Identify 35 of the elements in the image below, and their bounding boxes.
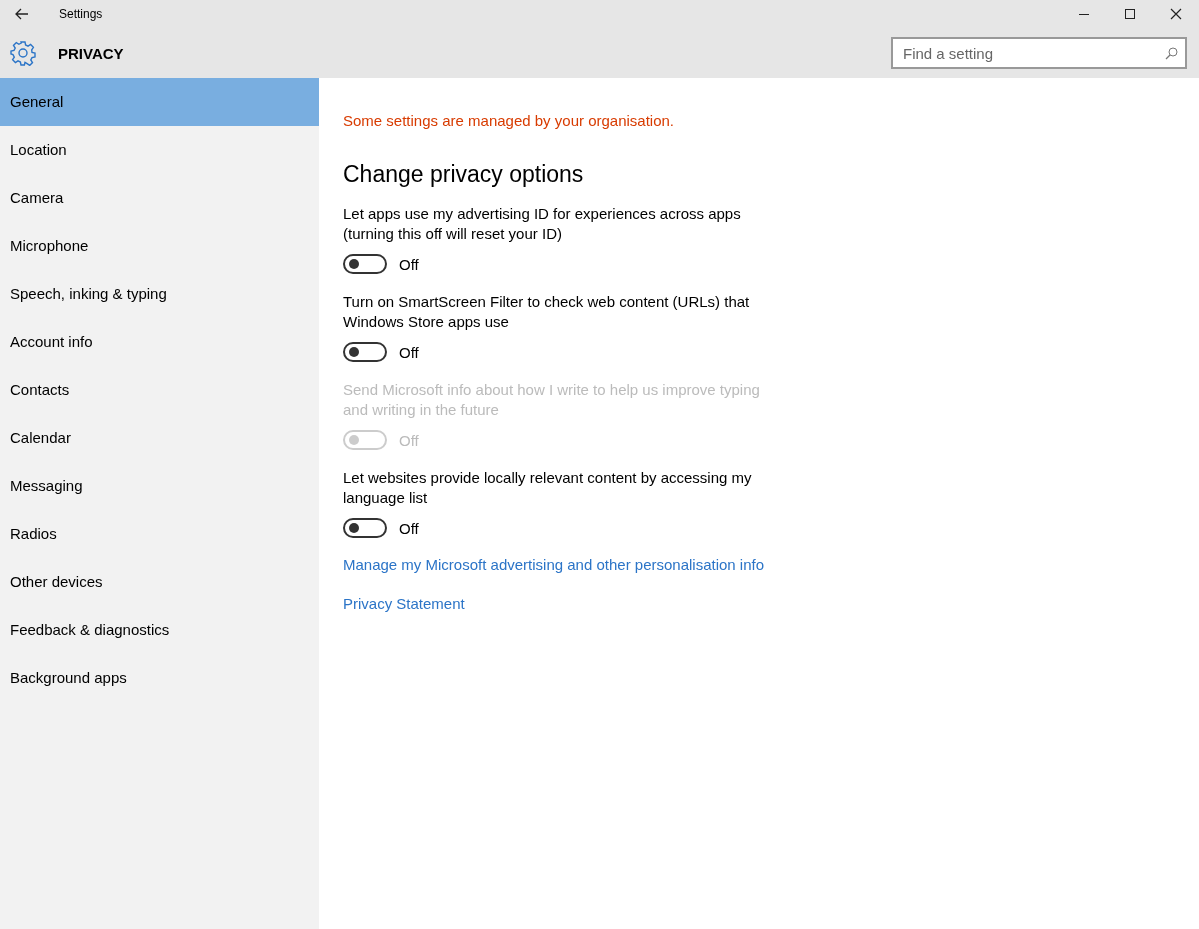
link[interactable]: Manage my Microsoft advertising and other personalisation info	[343, 556, 765, 573]
setting-label: Let websites provide locally relevant content by accessing my language list	[343, 468, 753, 508]
sidebar-item[interactable]: Radios	[0, 510, 319, 558]
section-heading: Change privacy options	[343, 161, 584, 188]
sidebar-item[interactable]: Location	[0, 126, 319, 174]
search-icon	[1165, 47, 1178, 60]
sidebar-item[interactable]: Messaging	[0, 462, 319, 510]
page-title: PRIVACY	[58, 44, 124, 62]
maximize-icon	[1124, 8, 1136, 20]
toggle-switch[interactable]	[343, 254, 387, 274]
back-arrow-icon	[15, 8, 29, 20]
sidebar-item[interactable]: Calendar	[0, 414, 319, 462]
sidebar-item[interactable]: General	[0, 78, 319, 126]
toggle-state: Off	[399, 343, 419, 361]
sidebar-item[interactable]: Microphone	[0, 222, 319, 270]
sidebar-item[interactable]: Other devices	[0, 558, 319, 606]
toggle-switch[interactable]	[343, 518, 387, 538]
toggle-switch[interactable]	[343, 342, 387, 362]
sidebar-item[interactable]: Contacts	[0, 366, 319, 414]
toggle-state: Off	[399, 519, 419, 537]
sidebar-item[interactable]: Camera	[0, 174, 319, 222]
notice-text: Some settings are managed by your organisation.	[343, 112, 675, 129]
sidebar-item[interactable]: Feedback & diagnostics	[0, 606, 319, 654]
toggle-state: Off	[399, 255, 419, 273]
window-title: Settings	[59, 7, 103, 21]
sidebar-item[interactable]: Account info	[0, 318, 319, 366]
sidebar-item[interactable]: Background apps	[0, 654, 319, 702]
settings-icon	[10, 40, 36, 66]
setting-label: Let apps use my advertising ID for experiences across apps (turning this off will reset your ID)	[343, 204, 742, 244]
search-field[interactable]: Find a setting	[891, 37, 1187, 69]
setting-label: Turn on SmartScreen Filter to check web content (URLs) that Windows Store apps use	[343, 292, 751, 332]
link[interactable]: Privacy Statement	[343, 595, 465, 612]
close-icon	[1170, 8, 1182, 20]
sidebar-item[interactable]: Speech, inking & typing	[0, 270, 319, 318]
toggle-state: Off	[399, 431, 419, 449]
